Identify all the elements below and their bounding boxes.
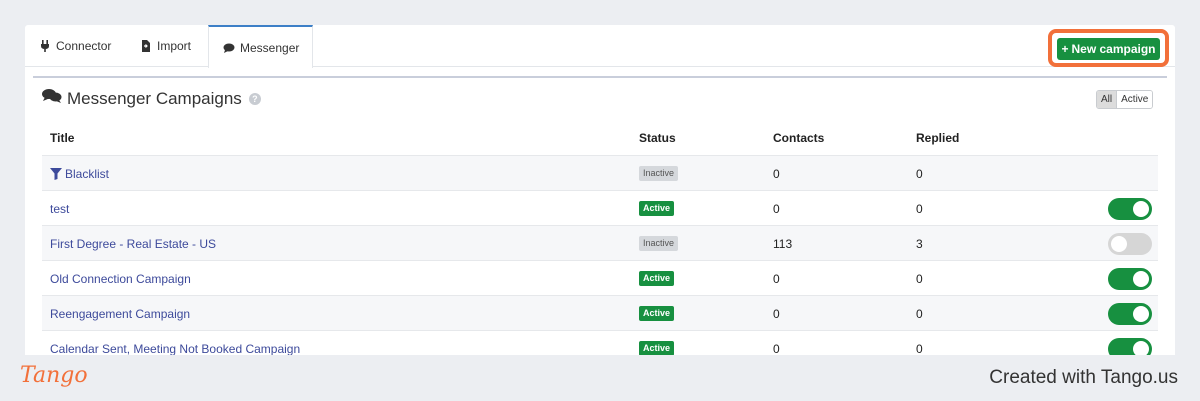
new-campaign-label: New campaign — [1071, 42, 1156, 56]
tab-label: Connector — [56, 39, 112, 53]
campaigns-table: Title Status Contacts Replied Blacklist … — [42, 120, 1158, 360]
toggle-knob — [1133, 200, 1149, 217]
title-cell: test — [50, 191, 69, 226]
campaigns-panel: Connector Import Messenger + New campaig… — [25, 25, 1175, 360]
contacts-cell: 113 — [773, 236, 793, 251]
help-icon[interactable]: ? — [248, 92, 261, 105]
title-cell: Blacklist — [50, 156, 109, 191]
tab-messenger[interactable]: Messenger — [208, 25, 313, 68]
status-badge: Active — [639, 271, 675, 286]
campaign-toggle[interactable] — [1108, 302, 1152, 325]
title-cell: Reengagement Campaign — [50, 296, 190, 331]
tab-label: Import — [157, 39, 192, 53]
filter-active-button[interactable]: Active — [1117, 91, 1153, 108]
campaign-link[interactable]: First Degree - Real Estate - US — [50, 237, 216, 251]
plus-icon: + — [1061, 42, 1069, 56]
chat-bubble-icon — [223, 42, 235, 54]
contacts-cell: 0 — [773, 271, 780, 286]
toggle-cell — [1108, 261, 1152, 296]
created-with-text: Created with Tango.us — [989, 367, 1178, 388]
tab-import[interactable]: Import — [126, 25, 206, 67]
status-badge: Inactive — [639, 236, 679, 251]
campaign-toggle[interactable] — [1108, 267, 1152, 290]
table-header-row: Title Status Contacts Replied — [42, 120, 1158, 155]
section-heading: Messenger Campaigns ? — [42, 88, 261, 109]
status-badge: Inactive — [639, 166, 679, 181]
status-cell: Inactive — [639, 226, 679, 261]
campaign-link[interactable]: Calendar Sent, Meeting Not Booked Campai… — [50, 342, 300, 356]
table-row: test Active 0 0 — [42, 190, 1158, 225]
campaign-link[interactable]: Old Connection Campaign — [50, 272, 191, 286]
table-row: First Degree - Real Estate - US Inactive… — [42, 225, 1158, 260]
status-cell: Active — [639, 261, 675, 296]
contacts-cell: 0 — [773, 166, 780, 181]
page-title: Messenger Campaigns — [67, 88, 242, 108]
title-cell: First Degree - Real Estate - US — [50, 226, 216, 261]
campaign-toggle[interactable] — [1108, 197, 1152, 220]
filter-icon — [50, 167, 62, 180]
toggle-cell — [1108, 226, 1152, 261]
table-row: Reengagement Campaign Active 0 0 — [42, 295, 1158, 330]
campaign-link[interactable]: Reengagement Campaign — [50, 307, 190, 321]
replied-cell: 3 — [916, 236, 923, 251]
plug-icon — [39, 40, 51, 52]
replied-cell: 0 — [916, 271, 923, 286]
table-row: Blacklist Inactive 0 0 — [42, 155, 1158, 190]
toggle-knob — [1133, 270, 1149, 287]
toggle-cell — [1108, 296, 1152, 331]
toggle-knob — [1133, 305, 1149, 322]
tab-label: Messenger — [240, 40, 300, 55]
campaign-toggle[interactable] — [1108, 232, 1152, 255]
status-badge: Active — [639, 201, 675, 216]
status-filter: All Active — [1096, 90, 1154, 109]
tango-logo: Tango — [20, 363, 88, 388]
chat-bubbles-icon — [42, 88, 62, 109]
status-badge: Active — [639, 341, 675, 356]
file-import-icon — [140, 40, 152, 52]
column-header-title[interactable]: Title — [50, 120, 74, 155]
status-cell: Inactive — [639, 156, 679, 191]
contacts-cell: 0 — [773, 306, 780, 321]
filter-all-button[interactable]: All — [1097, 91, 1118, 108]
contacts-cell: 0 — [773, 201, 780, 216]
title-cell: Old Connection Campaign — [50, 261, 191, 296]
tab-connector[interactable]: Connector — [25, 25, 125, 67]
replied-cell: 0 — [916, 306, 923, 321]
column-header-contacts[interactable]: Contacts — [773, 120, 824, 155]
toggle-knob — [1111, 235, 1127, 252]
table-row: Old Connection Campaign Active 0 0 — [42, 260, 1158, 295]
column-header-status[interactable]: Status — [639, 120, 676, 155]
column-header-replied[interactable]: Replied — [916, 120, 959, 155]
campaign-link[interactable]: Blacklist — [65, 167, 109, 181]
status-badge: Active — [639, 306, 675, 321]
status-cell: Active — [639, 296, 675, 331]
new-campaign-button[interactable]: + New campaign — [1057, 38, 1160, 60]
status-cell: Active — [639, 191, 675, 226]
replied-cell: 0 — [916, 166, 923, 181]
campaign-link[interactable]: test — [50, 202, 69, 216]
tango-footer: Tango Created with Tango.us — [0, 355, 1200, 401]
toggle-cell — [1108, 191, 1152, 226]
replied-cell: 0 — [916, 201, 923, 216]
content-divider — [33, 76, 1167, 78]
tab-bar: Connector Import Messenger — [25, 25, 1175, 68]
